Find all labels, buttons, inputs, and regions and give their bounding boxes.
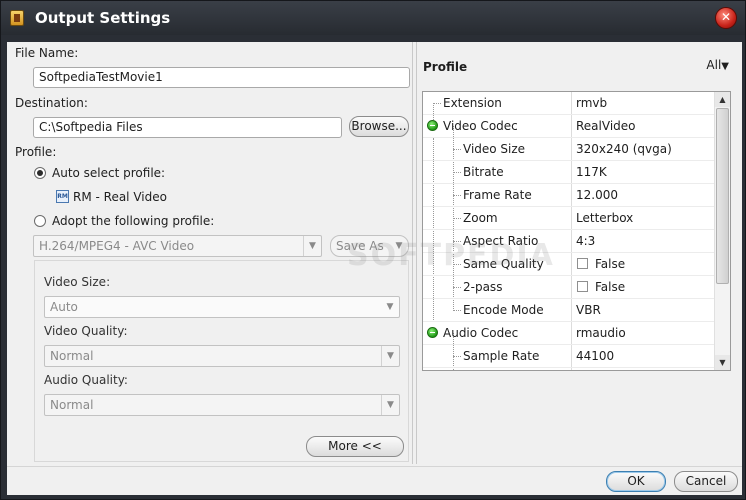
cancel-button[interactable]: Cancel [674, 471, 738, 492]
scroll-up-icon[interactable]: ▲ [715, 92, 730, 107]
app-icon [10, 10, 24, 26]
profile-combo-value: H.264/MPEG4 - AVC Video [39, 239, 195, 253]
chevron-down-icon: ▼ [381, 346, 399, 366]
tree-line [453, 149, 461, 150]
audio-quality-select[interactable]: Normal ▼ [44, 394, 400, 416]
grid-row-value: Letterbox [576, 211, 634, 225]
grid-row[interactable]: Extension rmvb [423, 92, 716, 115]
profile-filter-value: All [706, 58, 722, 72]
close-button[interactable]: ✕ [715, 7, 737, 29]
softpedia-watermark: SOFTPEDIA [347, 238, 555, 273]
grid-row[interactable]: Bitrate 117K [423, 161, 716, 184]
dialog-footer: OK Cancel [7, 466, 742, 495]
ok-button[interactable]: OK [606, 471, 666, 492]
dialog-body: File Name: SoftpediaTestMovie1 Destinati… [7, 42, 742, 495]
grid-row-value: rmaudio [576, 326, 626, 340]
grid-row[interactable]: Video Size 320x240 (qvga) [423, 138, 716, 161]
scroll-down-icon[interactable]: ▼ [715, 355, 730, 370]
video-quality-value: Normal [50, 349, 94, 363]
rm-profile-icon: RM [56, 190, 69, 203]
video-quality-label: Video Quality: [44, 324, 128, 338]
grid-row-name: Extension [443, 96, 502, 110]
grid-row[interactable]: Zoom Letterbox [423, 207, 716, 230]
collapse-icon[interactable] [427, 120, 438, 131]
profile-options-panel: Video Size: Auto ▼ Video Quality: Normal… [34, 260, 409, 462]
grid-row-name: Sample Rate [463, 349, 540, 363]
same-quality-checkbox[interactable] [577, 258, 588, 269]
browse-button[interactable]: Browse... [349, 116, 409, 137]
grid-row[interactable]: Frame Rate 12.000 [423, 184, 716, 207]
grid-row-name: Video Codec [443, 119, 518, 133]
profile-label: Profile: [15, 145, 57, 159]
collapse-icon[interactable] [427, 327, 438, 338]
grid-row-name: Frame Rate [463, 188, 532, 202]
grid-row[interactable]: Audio Codec rmaudio [423, 322, 716, 345]
grid-row-value: 4:3 [576, 234, 596, 248]
output-settings-window: Output Settings ✕ File Name: SoftpediaTe… [0, 0, 746, 500]
chevron-down-icon: ▼ [721, 61, 729, 72]
grid-row-name: Video Size [463, 142, 526, 156]
profile-filter-dropdown[interactable]: All▼ [706, 58, 729, 72]
grid-row-value: 44100 [576, 349, 615, 363]
two-pass-checkbox[interactable] [577, 281, 588, 292]
profile-header: Profile [423, 60, 468, 74]
adopt-profile-label: Adopt the following profile: [52, 214, 215, 228]
video-size-select[interactable]: Auto ▼ [44, 296, 400, 318]
grid-row[interactable]: Sample Rate 44100 [423, 345, 716, 368]
grid-row-value: False [595, 280, 626, 294]
grid-row-value: RealVideo [576, 119, 636, 133]
grid-row[interactable]: 2-pass False [423, 276, 716, 299]
title-bar[interactable]: Output Settings ✕ [1, 1, 745, 35]
grid-row[interactable]: Video Codec RealVideo [423, 115, 716, 138]
tree-line [453, 195, 461, 196]
audio-quality-label: Audio Quality: [44, 373, 128, 387]
close-icon: ✕ [720, 10, 732, 24]
chevron-down-icon: ▼ [303, 236, 321, 256]
tree-line [453, 172, 461, 173]
audio-quality-value: Normal [50, 398, 94, 412]
grid-scrollbar[interactable]: ▲ ▼ [714, 92, 730, 370]
grid-row-name: 2-pass [463, 280, 503, 294]
tree-line [453, 218, 461, 219]
grid-row[interactable]: Encode Mode VBR [423, 299, 716, 322]
scrollbar-thumb[interactable] [716, 108, 729, 284]
grid-row-value: 117K [576, 165, 607, 179]
grid-row-name: Encode Mode [463, 303, 544, 317]
video-size-label: Video Size: [44, 275, 111, 289]
profile-property-grid: Extension rmvb Video Codec RealVideo Vid… [422, 91, 731, 371]
destination-input[interactable]: C:\Softpedia Files [33, 117, 342, 138]
more-button[interactable]: More << [306, 436, 404, 457]
video-quality-select[interactable]: Normal ▼ [44, 345, 400, 367]
chevron-down-icon: ▼ [381, 395, 399, 415]
grid-row-value: rmvb [576, 96, 608, 110]
file-name-label: File Name: [15, 46, 79, 60]
auto-select-label: Auto select profile: [52, 166, 166, 180]
tree-line [453, 310, 461, 311]
grid-row-value: 12.000 [576, 188, 618, 202]
grid-row-value: False [595, 257, 626, 271]
grid-row-value: VBR [576, 303, 601, 317]
profile-combo[interactable]: H.264/MPEG4 - AVC Video ▼ [33, 235, 322, 257]
grid-row-value: 320x240 (qvga) [576, 142, 672, 156]
tree-line [453, 287, 461, 288]
tree-line [453, 356, 461, 357]
auto-select-radio[interactable] [34, 167, 46, 179]
destination-label: Destination: [15, 96, 88, 110]
adopt-profile-radio[interactable] [34, 215, 46, 227]
video-size-value: Auto [50, 300, 78, 314]
chevron-down-icon: ▼ [386, 302, 394, 312]
file-name-input[interactable]: SoftpediaTestMovie1 [33, 67, 410, 88]
window-title: Output Settings [35, 9, 171, 27]
grid-row-name: Zoom [463, 211, 498, 225]
grid-row-name: Bitrate [463, 165, 504, 179]
grid-row-name: Audio Codec [443, 326, 519, 340]
tree-line [433, 103, 441, 104]
auto-profile-name: RM - Real Video [73, 190, 167, 204]
